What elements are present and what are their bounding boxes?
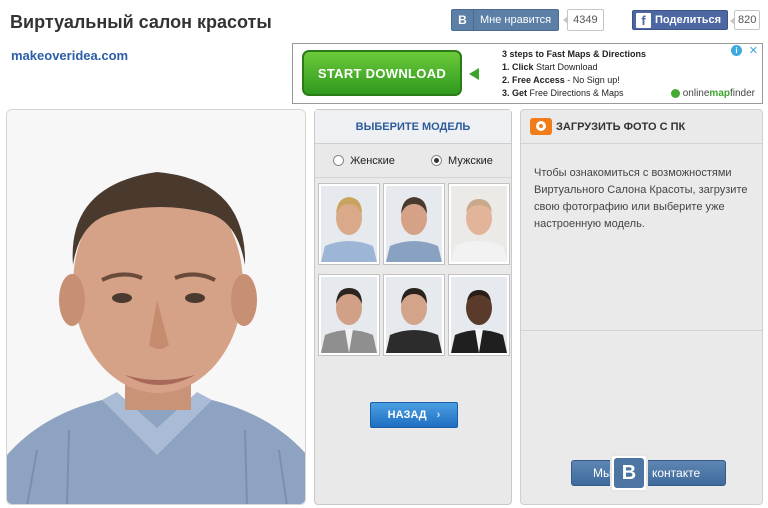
model-photo (7, 110, 305, 504)
male-option[interactable]: Мужские (431, 155, 493, 167)
female-label: Женские (350, 154, 395, 167)
ad-step-3: 3. Get Free Directions & Maps (502, 88, 624, 98)
model-thumbnail[interactable] (319, 184, 379, 264)
globe-icon (670, 89, 680, 98)
camera-icon (530, 118, 552, 135)
arrow-left-icon (469, 68, 479, 80)
vk-like-label: Мне нравится (480, 14, 552, 26)
model-thumbnail[interactable] (449, 184, 509, 264)
male-radio[interactable] (431, 155, 443, 166)
chevron-right-icon: › (436, 409, 441, 421)
vk-like-widget: В Мне нравится 4349 (451, 9, 604, 31)
model-thumbnail[interactable] (449, 275, 509, 355)
ad-info-icon[interactable]: i (731, 45, 742, 56)
male-label: Мужские (448, 154, 493, 167)
ad-step-2: 2. Free Access - No Sign up! (502, 75, 620, 85)
ad-step-1: 1. Click Start Download (502, 62, 598, 72)
gender-selector: Женские Мужские (315, 144, 511, 178)
model-thumbnail-grid (319, 184, 509, 355)
divider (521, 330, 762, 331)
fb-share-button[interactable]: f Поделиться (632, 10, 729, 30)
ad-text: 3 steps to Fast Maps & Directions 1. Cli… (502, 48, 646, 100)
vk-logo-letter: В (614, 458, 644, 488)
model-selection-panel: ВЫБЕРИТЕ МОДЕЛЬ Женские Мужские НАЗАД › (314, 109, 512, 505)
site-link[interactable]: makeoveridea.com (11, 48, 128, 63)
vk-like-button[interactable]: В Мне нравится (451, 9, 560, 31)
fb-share-count: 820 (729, 10, 761, 30)
start-download-button[interactable]: START DOWNLOAD (302, 50, 462, 96)
model-thumbnail[interactable] (319, 275, 379, 355)
ad-brand-logo: online map finder (670, 88, 755, 99)
model-panel-heading: ВЫБЕРИТЕ МОДЕЛЬ (315, 110, 511, 144)
back-button[interactable]: НАЗАД › (370, 402, 458, 428)
model-thumbnail[interactable] (384, 275, 444, 355)
upload-description: Чтобы ознакомиться с возможностями Вирту… (534, 167, 748, 230)
upload-heading: ЗАГРУЗИТЬ ФОТО С ПК (556, 120, 686, 133)
ad-banner[interactable]: START DOWNLOAD 3 steps to Fast Maps & Di… (292, 43, 763, 104)
vk-like-count: 4349 (563, 9, 604, 31)
female-option[interactable]: Женские (333, 155, 395, 167)
facebook-icon: f (636, 12, 651, 28)
vk-icon: В (452, 10, 474, 30)
upload-photo-button[interactable]: ЗАГРУЗИТЬ ФОТО С ПК (521, 110, 762, 144)
back-button-label: НАЗАД (387, 409, 427, 421)
ad-headline: 3 steps to Fast Maps & Directions (502, 49, 647, 59)
vk-button-right-label: контакте (652, 466, 701, 480)
female-radio[interactable] (333, 155, 345, 166)
model-photo-preview (6, 109, 306, 505)
ad-close-icon[interactable]: ✕ (749, 44, 758, 57)
model-thumbnail[interactable] (384, 184, 444, 264)
page-title: Виртуальный салон красоты (10, 12, 272, 32)
upload-panel: ЗАГРУЗИТЬ ФОТО С ПК Чтобы ознакомиться с… (520, 109, 763, 505)
vkontakte-button[interactable]: Мы В контакте (571, 454, 726, 492)
fb-share-label: Поделиться (655, 14, 722, 26)
vk-logo-icon: В (610, 454, 648, 492)
fb-share-widget: f Поделиться 820 (632, 9, 761, 31)
